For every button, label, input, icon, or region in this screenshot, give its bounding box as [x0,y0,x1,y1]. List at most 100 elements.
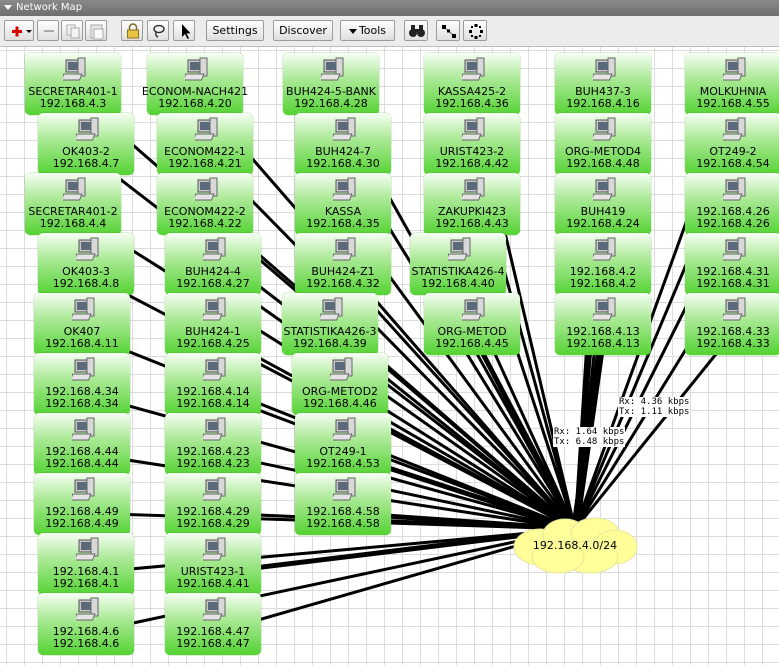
pointer-button[interactable] [173,20,195,41]
device-ip: 192.168.4.24 [566,217,640,230]
add-button[interactable] [4,20,34,41]
device-node[interactable]: 192.168.4.1 192.168.4.1 [38,533,134,595]
device-node[interactable]: 192.168.4.14 192.168.4.14 [165,353,261,415]
device-node[interactable]: 192.168.4.58 192.168.4.58 [295,473,391,535]
network-map-canvas[interactable]: SECRETAR401-1 192.168.4.3 ECONOM-NACH421 19… [0,47,779,665]
device-node[interactable]: BUH437-3 192.168.4.16 [555,53,651,115]
tools-label: Tools [358,24,387,37]
computer-icon [182,57,208,81]
device-node[interactable]: BUH419 192.168.4.24 [555,173,651,235]
computer-icon [69,357,95,381]
device-ip: 192.168.4.27 [176,277,250,290]
computer-icon [200,417,226,441]
device-node[interactable]: 192.168.4.31 192.168.4.31 [685,233,779,295]
device-ip: 192.168.4.48 [566,157,640,170]
device-node[interactable]: URIST423-1 192.168.4.41 [165,533,261,595]
device-ip: 192.168.4.21 [168,157,242,170]
computer-icon [720,177,746,201]
device-ip: 192.168.4.22 [168,217,242,230]
computer-icon [200,237,226,261]
device-ip: 192.168.4.2 [569,277,637,290]
device-node[interactable]: ORG-METOD4 192.168.4.48 [555,113,651,175]
lasso-button[interactable] [147,20,169,41]
device-node[interactable]: KASSA 192.168.4.35 [295,173,391,235]
device-node[interactable]: 192.168.4.2 192.168.4.2 [555,233,651,295]
device-node[interactable]: OT249-2 192.168.4.54 [685,113,779,175]
device-node[interactable]: OK403-2 192.168.4.7 [38,113,134,175]
device-ip: 192.168.4.45 [435,337,509,350]
device-ip: 192.168.4.33 [696,337,770,350]
device-node[interactable]: 192.168.4.26 192.168.4.26 [685,173,779,235]
device-node[interactable]: SECRETAR401-1 192.168.4.3 [25,53,121,115]
device-node[interactable]: BUH424-Z1 192.168.4.32 [295,233,391,295]
device-node[interactable]: 192.168.4.47 192.168.4.47 [165,593,261,655]
device-node[interactable]: OK407 192.168.4.11 [34,293,130,355]
computer-icon [192,177,218,201]
tools-dropdown[interactable]: Tools [340,20,395,41]
copy-button[interactable] [61,20,83,41]
device-node[interactable]: ORG-METOD 192.168.4.45 [424,293,520,355]
device-node[interactable]: 192.168.4.34 192.168.4.34 [34,353,130,415]
device-node[interactable]: ECONOM422-1 192.168.4.21 [157,113,253,175]
device-node[interactable]: ECONOM-NACH421 192.168.4.20 [142,53,248,115]
computer-icon [459,177,485,201]
computer-icon [590,177,616,201]
add-icon [12,26,32,37]
device-node[interactable]: ORG-METOD2 192.168.4.46 [292,353,388,415]
remove-button[interactable] [37,20,59,41]
device-ip: 192.168.4.13 [566,337,640,350]
device-ip: 192.168.4.41 [176,577,250,590]
device-node[interactable]: STATISTIKA426-4 192.168.4.40 [410,233,506,295]
device-ip: 192.168.4.46 [303,397,377,410]
device-node[interactable]: ZAKUPKI423 192.168.4.43 [424,173,520,235]
computer-icon [73,597,99,621]
device-node[interactable]: OK403-3 192.168.4.8 [38,233,134,295]
device-node[interactable]: 192.168.4.23 192.168.4.23 [165,413,261,475]
device-node[interactable]: 192.168.4.49 192.168.4.49 [34,473,130,535]
device-ip: 192.168.4.14 [176,397,250,410]
window-titlebar[interactable]: Network Map [0,0,779,16]
rx-rate: Rx: 4.36 kbps [619,397,690,407]
circle-layout-button[interactable] [463,20,487,41]
device-node[interactable]: 192.168.4.13 192.168.4.13 [555,293,651,355]
device-node[interactable]: URIST423-2 192.168.4.42 [424,113,520,175]
device-node[interactable]: ECONOM422-2 192.168.4.22 [157,173,253,235]
computer-icon [459,297,485,321]
device-ip: 192.168.4.47 [176,637,250,650]
device-node[interactable]: STATISTIKA426-3 192.168.4.39 [282,293,378,355]
computer-icon [200,597,226,621]
device-node[interactable]: BUH424-4 192.168.4.27 [165,233,261,295]
device-ip: 192.168.4.49 [45,517,119,530]
tx-rate: Tx: 1.11 kbps [619,407,690,417]
discover-button[interactable]: Discover [273,20,333,41]
device-node[interactable]: BUH424-1 192.168.4.25 [165,293,261,355]
device-node[interactable]: SECRETAR401-2 192.168.4.4 [25,173,121,235]
computer-icon [590,57,616,81]
collapse-triangle-icon[interactable] [4,4,12,10]
computer-icon [330,117,356,141]
device-node[interactable]: 192.168.4.33 192.168.4.33 [685,293,779,355]
device-node[interactable]: MOLKUHNIA 192.168.4.55 [685,53,779,115]
device-ip: 192.168.4.20 [158,97,232,110]
settings-button[interactable]: Settings [206,20,264,41]
device-node[interactable]: BUH424-7 192.168.4.30 [295,113,391,175]
device-node[interactable]: 192.168.4.29 192.168.4.29 [165,473,261,535]
device-node[interactable]: 192.168.4.44 192.168.4.44 [34,413,130,475]
device-ip: 192.168.4.43 [435,217,509,230]
computer-icon [720,57,746,81]
device-ip: 192.168.4.11 [45,337,119,350]
network-cloud[interactable]: 192.168.4.0/24 [510,517,640,575]
paste-button[interactable] [85,20,107,41]
auto-layout-button[interactable] [436,20,460,41]
device-node[interactable]: BUH424-5-BANK 192.168.4.28 [283,53,379,115]
find-button[interactable] [404,20,428,41]
device-node[interactable]: 192.168.4.6 192.168.4.6 [38,593,134,655]
circle-layout-icon [469,24,483,39]
device-ip: 192.168.4.34 [45,397,119,410]
device-node[interactable]: KASSA425-2 192.168.4.36 [424,53,520,115]
device-ip: 192.168.4.54 [696,157,770,170]
device-ip: 192.168.4.7 [52,157,120,170]
device-ip: 192.168.4.58 [306,517,380,530]
device-node[interactable]: OT249-1 192.168.4.53 [295,413,391,475]
lock-button[interactable] [121,20,143,41]
